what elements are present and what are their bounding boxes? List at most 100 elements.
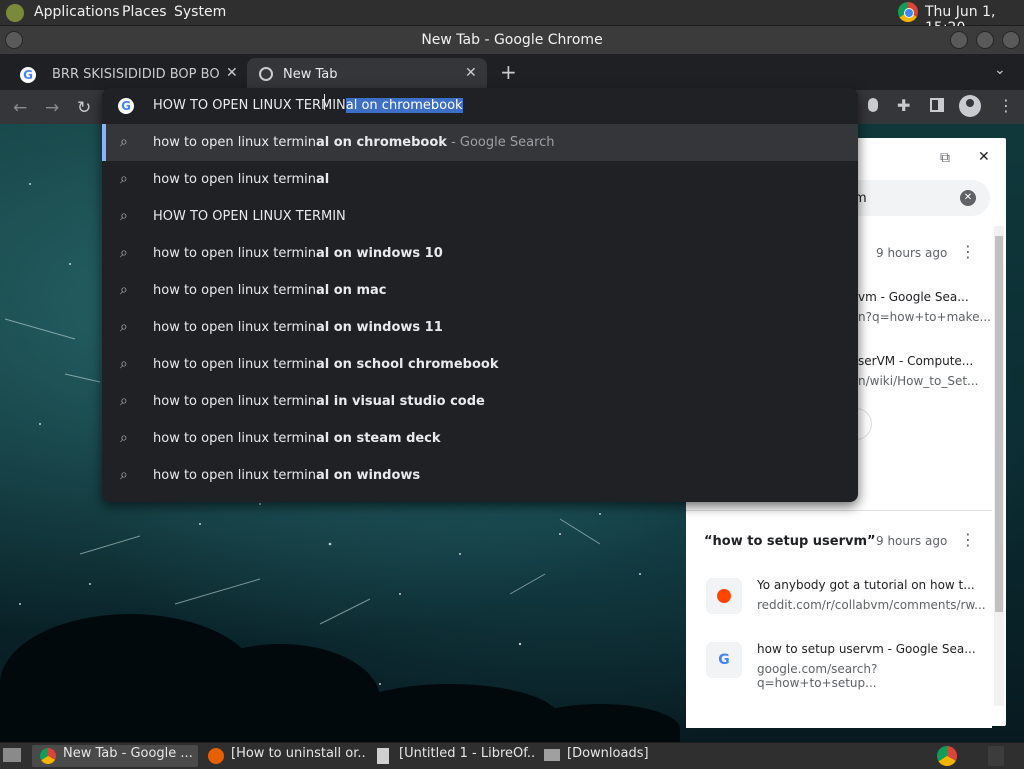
reload-button[interactable]: ↻: [77, 98, 91, 118]
menu-places[interactable]: Places: [122, 4, 167, 20]
suggestion-text: how to open linux terminal on windows: [153, 468, 420, 483]
open-in-new-tab-icon[interactable]: ⧉: [940, 150, 950, 166]
suggestion-plain: how to open linux termin: [153, 135, 316, 150]
suggestion-text: how to open linux terminal on mac: [153, 283, 386, 298]
journey-item-title[interactable]: serVM - Compute...: [858, 354, 973, 368]
suggestion-text: how to open linux terminal in visual stu…: [153, 394, 485, 409]
folder-icon: [544, 749, 560, 761]
close-tab-icon[interactable]: ✕: [465, 65, 477, 81]
omnibox-suggestion[interactable]: ⌕ how to open linux terminal on steam dec…: [102, 420, 858, 457]
suggestion-plain: how to open linux termin: [153, 394, 316, 409]
journey-item-title[interactable]: Yo anybody got a tutorial on how t...: [757, 578, 975, 592]
new-tab-button[interactable]: +: [500, 60, 517, 84]
suggestion-bold: al in visual studio code: [315, 394, 485, 409]
maximize-button[interactable]: [976, 31, 994, 49]
mouse-icon[interactable]: [868, 98, 878, 112]
journey-title[interactable]: “how to setup uservm”: [704, 534, 876, 549]
omnibox-suggestion[interactable]: ⌕ how to open linux terminal on windows 1…: [102, 309, 858, 346]
journey-item-title[interactable]: vm - Google Sea...: [858, 290, 969, 304]
bottom-taskbar: New Tab - Google ... [How to uninstall o…: [0, 742, 1024, 769]
close-side-panel-icon[interactable]: ✕: [978, 149, 990, 165]
omnibox-suggestion[interactable]: ⌕ how to open linux terminal on windows 1…: [102, 235, 858, 272]
chrome-tray-icon[interactable]: [937, 746, 957, 766]
search-icon: ⌕: [120, 467, 128, 483]
show-desktop-icon[interactable]: [3, 748, 21, 762]
omnibox-suggestion[interactable]: ⌕ how to open linux terminal on mac: [102, 272, 858, 309]
suggestion-bold: al on windows: [315, 468, 421, 483]
suggestion-bold: al on windows 11: [315, 320, 443, 335]
omnibox-dropdown: G HOW TO OPEN LINUX TERMINal on chromebo…: [102, 88, 858, 502]
omnibox-suggestion[interactable]: ⌕ how to open linux terminal on school ch…: [102, 346, 858, 383]
suggestion-text: HOW TO OPEN LINUX TERMIN: [153, 209, 346, 224]
journey-item-url: n?q=how+to+make...: [858, 310, 991, 324]
side-panel-scrollbar[interactable]: [994, 226, 1004, 706]
suggestion-suffix: - Google Search: [446, 135, 555, 150]
omnibox-suggestion[interactable]: ⌕ how to open linux terminal: [102, 161, 858, 198]
omnibox-suggestion[interactable]: ⌕ how to open linux terminal on chromeboo…: [102, 124, 858, 161]
taskbar-item-chrome[interactable]: New Tab - Google ...: [63, 746, 193, 766]
suggestion-bold: al on windows 10: [315, 246, 443, 261]
back-button[interactable]: ←: [13, 98, 27, 118]
text-cursor: [324, 94, 325, 110]
omnibox-text[interactable]: HOW TO OPEN LINUX TERMINal on chromebook: [153, 98, 463, 113]
menu-kebab-icon[interactable]: ⋮: [998, 96, 1014, 115]
omnibox-typed-text: HOW TO OPEN LINUX TERMIN: [153, 98, 346, 113]
taskbar-item-downloads[interactable]: [Downloads]: [567, 746, 657, 766]
extensions-puzzle-icon[interactable]: ✚: [897, 96, 910, 115]
side-panel-icon[interactable]: [930, 98, 944, 112]
journey-item-url: n/wiki/How_to_Set...: [858, 374, 979, 388]
suggestion-plain: how to open linux termin: [153, 431, 316, 446]
suggestion-bold: al: [315, 172, 330, 187]
minimize-button[interactable]: [950, 31, 968, 49]
suggestion-text: how to open linux terminal on school chr…: [153, 357, 498, 372]
journey-menu-icon[interactable]: ⋮: [960, 242, 976, 261]
suggestion-bold: al on mac: [315, 283, 387, 298]
clear-search-icon[interactable]: ✕: [960, 190, 976, 206]
menu-system[interactable]: System: [174, 4, 226, 20]
taskbar-item-firefox[interactable]: [How to uninstall or...: [231, 746, 367, 766]
profile-avatar-icon[interactable]: [959, 95, 981, 117]
journey-item-title[interactable]: how to setup uservm - Google Sea...: [757, 642, 976, 656]
suggestion-plain: how to open linux termin: [153, 246, 316, 261]
journey-menu-icon[interactable]: ⋮: [960, 530, 976, 549]
suggestion-plain: how to open linux termin: [153, 468, 316, 483]
search-icon: ⌕: [120, 208, 128, 224]
menu-applications[interactable]: Applications: [34, 4, 120, 20]
firefox-icon: [208, 748, 224, 764]
taskbar-item-libreoffice[interactable]: [Untitled 1 - LibreOf...: [399, 746, 535, 766]
close-tab-icon[interactable]: ✕: [226, 65, 238, 81]
tab-search-chevron-icon[interactable]: ⌄: [994, 62, 1006, 78]
chrome-icon: [40, 748, 56, 764]
google-search-icon: G: [118, 98, 134, 114]
tab-brr[interactable]: G BRR SKISISIDIDID BOP BO BOM ✕: [8, 58, 246, 90]
omnibox-suggestion[interactable]: ⌕ how to open linux terminal in visual st…: [102, 383, 858, 420]
suggestion-text: how to open linux terminal on steam deck: [153, 431, 441, 446]
forward-button[interactable]: →: [45, 98, 59, 118]
search-icon: ⌕: [120, 319, 128, 335]
journey-item-url: reddit.com/r/collabvm/comments/rw...: [757, 598, 986, 612]
search-icon: ⌕: [120, 393, 128, 409]
omnibox-suggestion[interactable]: ⌕ how to open linux terminal on windows: [102, 457, 858, 494]
window-title-bar[interactable]: New Tab - Google Chrome: [0, 26, 1024, 54]
distro-logo-icon[interactable]: [6, 4, 24, 22]
search-icon: ⌕: [120, 282, 128, 298]
journey-card: “how to setup uservm” 9 hours ago ⋮ Yo a…: [686, 518, 992, 728]
suggestion-plain: how to open linux termin: [153, 357, 316, 372]
suggestion-bold: al on chromebook: [315, 135, 447, 150]
suggestion-text: how to open linux terminal: [153, 172, 329, 187]
tab-new-tab[interactable]: New Tab ✕: [247, 58, 487, 90]
chrome-tray-icon[interactable]: [898, 2, 918, 22]
close-window-button[interactable]: [1002, 31, 1020, 49]
journey-time: 9 hours ago: [876, 534, 948, 548]
omnibox-input[interactable]: G HOW TO OPEN LINUX TERMINal on chromebo…: [102, 88, 858, 124]
suggestion-bold: al on school chromebook: [315, 357, 499, 372]
suggestion-plain: how to open linux termin: [153, 320, 316, 335]
omnibox-suggestion[interactable]: ⌕ HOW TO OPEN LINUX TERMIN: [102, 198, 858, 235]
workspace-switcher[interactable]: [988, 746, 1004, 766]
suggestion-text: how to open linux terminal on windows 11: [153, 320, 443, 335]
suggestion-plain: HOW TO OPEN LINUX TERMIN: [153, 209, 346, 224]
suggestion-plain: how to open linux termin: [153, 283, 316, 298]
omnibox-autocomplete-selection: al on chromebook: [345, 98, 463, 113]
search-icon: ⌕: [120, 171, 128, 187]
search-icon: ⌕: [120, 134, 128, 150]
